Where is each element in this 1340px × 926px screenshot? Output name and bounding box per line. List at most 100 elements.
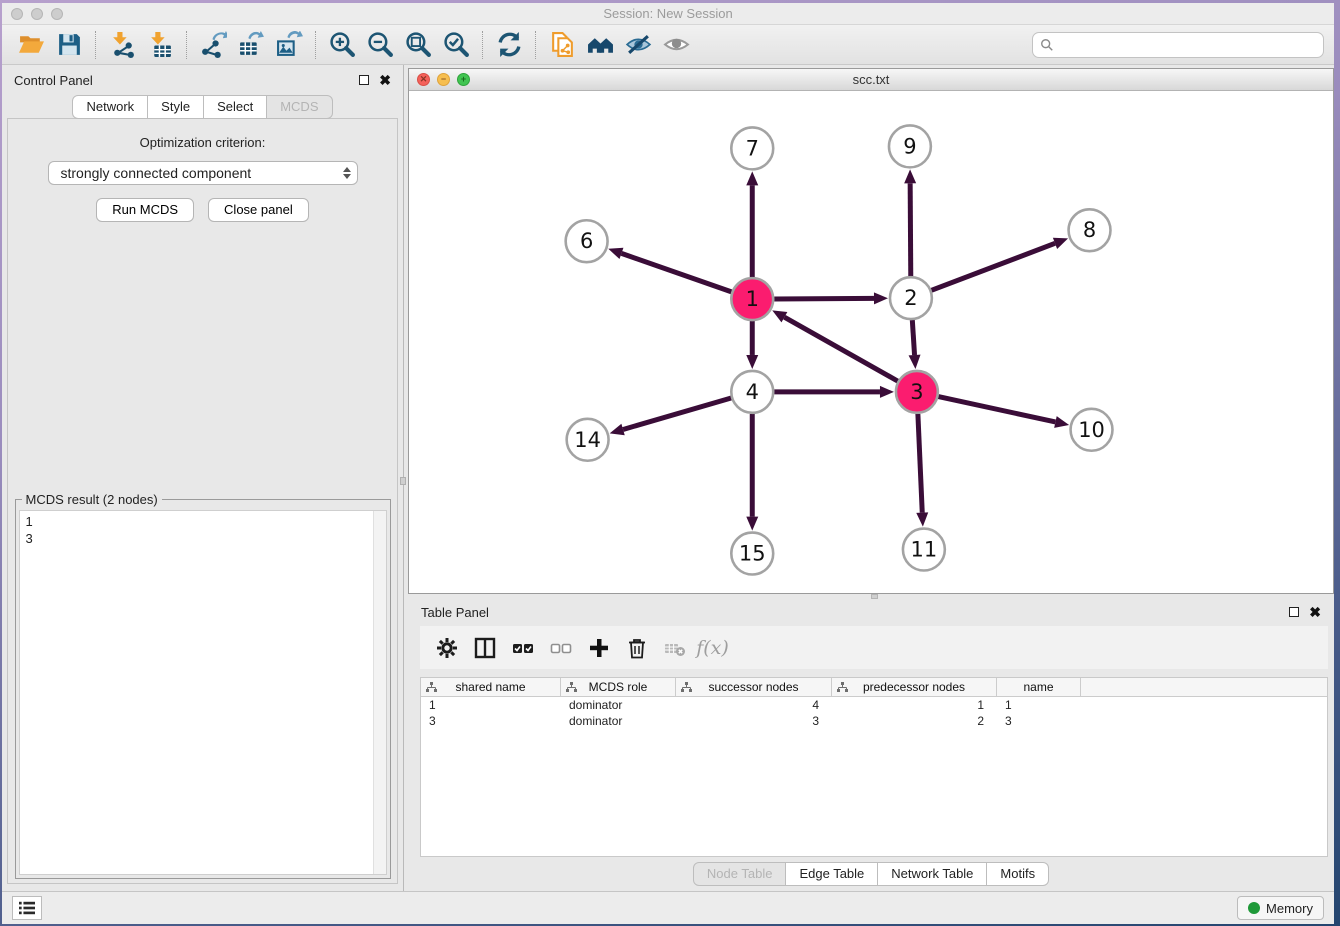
delete-table-icon[interactable] bbox=[658, 631, 691, 665]
close-window-icon[interactable] bbox=[11, 8, 23, 20]
graph-edge-1-6[interactable] bbox=[621, 253, 731, 291]
graph-edge-3-1[interactable] bbox=[784, 317, 897, 381]
tab-node-table[interactable]: Node Table bbox=[693, 862, 787, 886]
table-cell[interactable]: 2 bbox=[832, 714, 997, 728]
close-panel-button[interactable]: Close panel bbox=[208, 198, 309, 222]
refresh-view-icon[interactable] bbox=[492, 29, 526, 61]
mcds-result-list[interactable]: 13 bbox=[19, 510, 387, 875]
minimize-window-icon[interactable] bbox=[31, 8, 43, 20]
delete-row-trash-icon[interactable] bbox=[620, 631, 653, 665]
clone-network-icon[interactable] bbox=[545, 29, 579, 61]
table-cell[interactable]: dominator bbox=[561, 698, 676, 712]
graph-edge-3-11[interactable] bbox=[918, 414, 922, 513]
float-panel-icon[interactable] bbox=[359, 75, 369, 85]
tab-network[interactable]: Network bbox=[72, 95, 148, 119]
table-cell[interactable]: 4 bbox=[676, 698, 832, 712]
memory-status-icon bbox=[1248, 902, 1260, 914]
column-header-MCDS-role[interactable]: MCDS role bbox=[561, 678, 676, 696]
window-title: Session: New Session bbox=[603, 6, 732, 21]
graph-node-label: 1 bbox=[746, 287, 759, 311]
import-table-file-icon[interactable] bbox=[143, 29, 177, 61]
result-scrollbar[interactable] bbox=[373, 511, 386, 874]
hide-selected-eye-icon[interactable] bbox=[621, 29, 655, 61]
deselect-all-checks-icon[interactable] bbox=[544, 631, 577, 665]
table-cell[interactable]: 1 bbox=[997, 698, 1081, 712]
mcds-result-item[interactable]: 1 bbox=[26, 513, 380, 530]
task-history-button[interactable] bbox=[12, 896, 42, 920]
column-header-predecessor-nodes[interactable]: predecessor nodes bbox=[832, 678, 997, 696]
select-all-checks-icon[interactable] bbox=[506, 631, 539, 665]
toolbar-separator bbox=[95, 31, 96, 59]
export-image-icon[interactable] bbox=[272, 29, 306, 61]
add-row-icon[interactable] bbox=[582, 631, 615, 665]
close-panel-icon[interactable]: ✖ bbox=[379, 73, 391, 87]
table-cell[interactable]: 3 bbox=[676, 714, 832, 728]
table-row[interactable]: 1dominator411 bbox=[421, 697, 1327, 713]
column-header-name[interactable]: name bbox=[997, 678, 1081, 696]
graph-node-label: 10 bbox=[1078, 418, 1105, 442]
zoom-fit-icon[interactable] bbox=[401, 29, 435, 61]
tab-network-table[interactable]: Network Table bbox=[878, 862, 987, 886]
zoom-out-icon[interactable] bbox=[363, 29, 397, 61]
maximize-window-icon[interactable] bbox=[51, 8, 63, 20]
graph-node-label: 9 bbox=[903, 134, 916, 158]
tab-edge-table[interactable]: Edge Table bbox=[786, 862, 878, 886]
network-graph[interactable]: 7968124314101511 bbox=[409, 91, 1333, 593]
mcds-result-item[interactable]: 3 bbox=[26, 530, 380, 547]
graph-edge-3-10[interactable] bbox=[938, 397, 1055, 422]
graph-edge-2-9[interactable] bbox=[910, 183, 911, 276]
zoom-in-icon[interactable] bbox=[325, 29, 359, 61]
table-cell[interactable]: 3 bbox=[421, 714, 561, 728]
graph-edge-2-8[interactable] bbox=[931, 243, 1055, 290]
table-cell[interactable]: 1 bbox=[832, 698, 997, 712]
graph-edge-arrowhead bbox=[746, 355, 758, 369]
search-input[interactable] bbox=[1059, 37, 1316, 52]
open-session-icon[interactable] bbox=[14, 29, 48, 61]
gear-icon[interactable] bbox=[430, 631, 463, 665]
table-row[interactable]: 3dominator323 bbox=[421, 713, 1327, 729]
table-panel-title: Table Panel bbox=[421, 605, 489, 620]
toolbar-separator bbox=[482, 31, 483, 59]
graph-node-label: 2 bbox=[904, 286, 917, 310]
tab-mcds[interactable]: MCDS bbox=[267, 95, 332, 119]
tab-motifs[interactable]: Motifs bbox=[987, 862, 1049, 886]
optimization-criterion-dropdown[interactable]: strongly connected component bbox=[48, 161, 358, 185]
tab-select[interactable]: Select bbox=[204, 95, 267, 119]
memory-button[interactable]: Memory bbox=[1237, 896, 1324, 920]
run-mcds-button[interactable]: Run MCDS bbox=[96, 198, 194, 222]
toolbar-separator bbox=[315, 31, 316, 59]
close-network-icon[interactable]: ✕ bbox=[417, 73, 430, 86]
node-table[interactable]: shared nameMCDS rolesuccessor nodesprede… bbox=[420, 677, 1328, 857]
search-field[interactable] bbox=[1032, 32, 1324, 58]
close-table-panel-icon[interactable]: ✖ bbox=[1309, 605, 1321, 619]
table-cell[interactable]: dominator bbox=[561, 714, 676, 728]
zoom-selected-icon[interactable] bbox=[439, 29, 473, 61]
column-header-shared-name[interactable]: shared name bbox=[421, 678, 561, 696]
function-builder-icon[interactable]: f(x) bbox=[696, 631, 729, 665]
tab-style[interactable]: Style bbox=[148, 95, 204, 119]
float-table-panel-icon[interactable] bbox=[1289, 607, 1299, 617]
minimize-network-icon[interactable]: − bbox=[437, 73, 450, 86]
graph-edge-2-3[interactable] bbox=[912, 320, 914, 355]
graph-edge-1-2[interactable] bbox=[774, 298, 874, 299]
network-canvas[interactable]: 7968124314101511 bbox=[409, 91, 1333, 593]
network-window-titlebar[interactable]: ✕ − + scc.txt bbox=[409, 69, 1333, 91]
show-eye-icon[interactable] bbox=[659, 29, 693, 61]
graph-edge-4-14[interactable] bbox=[623, 398, 731, 429]
divider-grip[interactable] bbox=[871, 594, 878, 599]
panel-divider-grip[interactable] bbox=[400, 477, 406, 485]
maximize-network-icon[interactable]: + bbox=[457, 73, 470, 86]
network-view-window: ✕ − + scc.txt 7968124314101511 bbox=[408, 68, 1334, 594]
columns-icon[interactable] bbox=[468, 631, 501, 665]
save-session-icon[interactable] bbox=[52, 29, 86, 61]
import-network-file-icon[interactable] bbox=[105, 29, 139, 61]
home-view-icon[interactable] bbox=[583, 29, 617, 61]
table-toolbar: f(x) bbox=[420, 626, 1328, 669]
table-cell[interactable]: 3 bbox=[997, 714, 1081, 728]
column-header-successor-nodes[interactable]: successor nodes bbox=[676, 678, 832, 696]
table-cell[interactable]: 1 bbox=[421, 698, 561, 712]
mcds-panel: Optimization criterion: strongly connect… bbox=[7, 118, 398, 884]
export-table-icon[interactable] bbox=[234, 29, 268, 61]
network-window-title: scc.txt bbox=[853, 72, 890, 87]
export-network-icon[interactable] bbox=[196, 29, 230, 61]
